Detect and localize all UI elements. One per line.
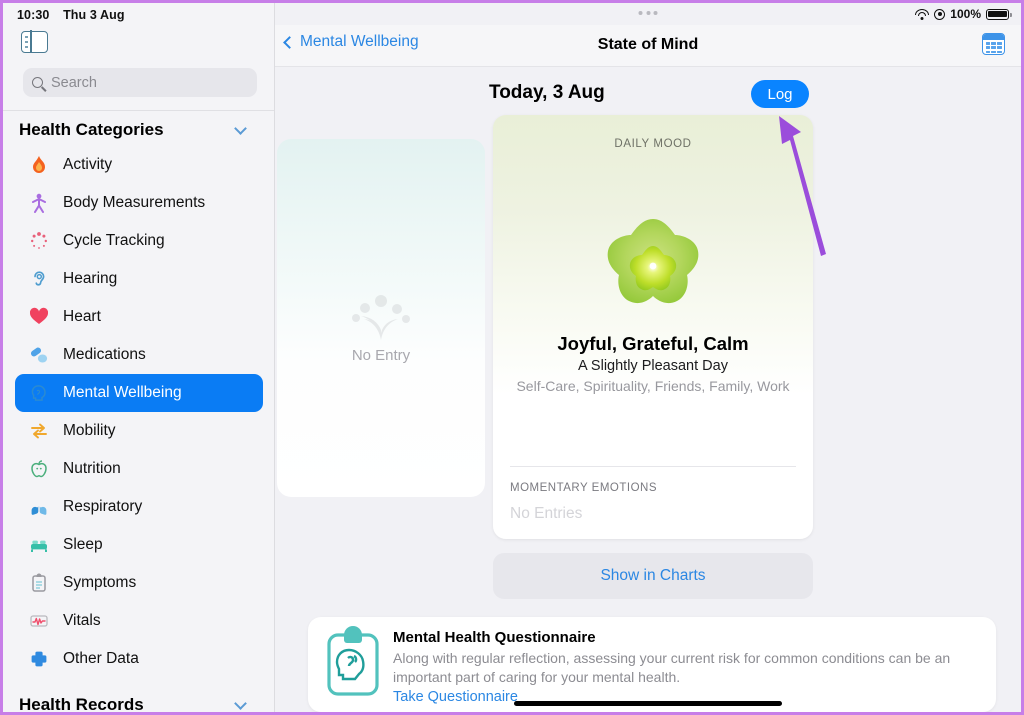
mood-flower-icon — [607, 219, 699, 304]
daily-mood-kicker: DAILY MOOD — [614, 138, 692, 150]
sidebar-item-vitals[interactable]: Vitals — [15, 602, 263, 640]
no-entry-card[interactable]: No Entry — [277, 139, 485, 497]
navigation-bar: Mental Wellbeing State of Mind — [275, 25, 1021, 67]
sidebar-item-hearing[interactable]: Hearing — [15, 260, 263, 298]
sidebar-section-health-categories[interactable]: Health Categories — [19, 120, 259, 140]
status-time: 10:30 — [17, 8, 50, 22]
apple-icon — [27, 457, 51, 481]
section-title: Health Records — [19, 695, 144, 712]
sidebar-item-mental-wellbeing[interactable]: Mental Wellbeing — [15, 374, 263, 412]
section-title: Health Categories — [19, 120, 164, 139]
sidebar-toggle-icon[interactable] — [21, 30, 48, 53]
sidebar-item-respiratory[interactable]: Respiratory — [15, 488, 263, 526]
momentary-emotions-kicker: MOMENTARY EMOTIONS — [510, 482, 658, 494]
mood-title: Joyful, Grateful, Calm — [557, 333, 749, 354]
cycle-icon — [27, 229, 51, 253]
momentary-emotions-value: No Entries — [510, 505, 583, 522]
status-bar-right: 100% — [915, 7, 1012, 21]
sidebar-item-label: Hearing — [63, 270, 118, 287]
sidebar-item-mobility[interactable]: Mobility — [15, 412, 263, 450]
sidebar-item-medications[interactable]: Medications — [15, 336, 263, 374]
sidebar-item-label: Heart — [63, 308, 101, 325]
pills-icon — [27, 343, 51, 367]
ear-icon — [27, 267, 51, 291]
sidebar-item-other-data[interactable]: Other Data — [15, 640, 263, 678]
show-in-charts-button[interactable]: Show in Charts — [493, 553, 813, 599]
sidebar-item-label: Mental Wellbeing — [63, 384, 182, 401]
sidebar: 10:30 Thu 3 Aug Search Health Categories… — [3, 3, 275, 712]
bed-icon — [27, 533, 51, 557]
day-header-title: Today, 3 Aug — [489, 82, 605, 103]
location-icon — [934, 8, 946, 20]
chevron-down-icon[interactable] — [234, 121, 247, 135]
card-divider — [510, 466, 796, 467]
arrows-icon — [27, 419, 51, 443]
sidebar-item-label: Nutrition — [63, 460, 121, 477]
sidebar-item-label: Sleep — [63, 536, 103, 553]
sidebar-item-label: Activity — [63, 156, 113, 173]
calendar-icon[interactable] — [982, 33, 1005, 55]
questionnaire-title: Mental Health Questionnaire — [393, 629, 596, 646]
body-icon — [27, 191, 51, 215]
sidebar-item-label: Cycle Tracking — [63, 232, 165, 249]
heart-icon — [27, 305, 51, 329]
mental-health-questionnaire-card[interactable]: Mental Health Questionnaire Along with r… — [308, 617, 996, 712]
sidebar-item-symptoms[interactable]: Symptoms — [15, 564, 263, 602]
clipboard-head-icon — [327, 626, 379, 696]
log-button[interactable]: Log — [751, 80, 809, 108]
sidebar-item-label: Mobility — [63, 422, 116, 439]
sidebar-item-list: Activity Body Measurements Cycle Tracking H… — [3, 146, 274, 678]
waveform-icon — [27, 609, 51, 633]
home-indicator[interactable] — [514, 701, 782, 706]
ipad-health-app-window: 10:30 Thu 3 Aug Search Health Categories… — [0, 0, 1024, 715]
wifi-icon — [915, 8, 930, 20]
sidebar-item-nutrition[interactable]: Nutrition — [15, 450, 263, 488]
sidebar-item-label: Medications — [63, 346, 146, 363]
flame-icon — [27, 153, 51, 177]
mood-flower-outline-icon — [352, 295, 410, 340]
sidebar-item-activity[interactable]: Activity — [15, 146, 263, 184]
sidebar-item-label: Respiratory — [63, 498, 143, 515]
sidebar-item-body-measurements[interactable]: Body Measurements — [15, 184, 263, 222]
no-entry-label: No Entry — [351, 347, 411, 364]
cross-icon — [27, 647, 51, 671]
sidebar-item-label: Body Measurements — [63, 194, 206, 211]
mood-subtitle: A Slightly Pleasant Day — [578, 358, 728, 374]
sidebar-item-cycle-tracking[interactable]: Cycle Tracking — [15, 222, 263, 260]
search-placeholder: Search — [51, 74, 97, 91]
lungs-icon — [27, 495, 51, 519]
clipboard-icon — [27, 571, 51, 595]
sidebar-item-label: Other Data — [63, 650, 139, 667]
status-date: Thu 3 Aug — [63, 8, 125, 22]
sidebar-section-health-records[interactable]: Health Records — [19, 695, 259, 712]
status-bar-left: 10:30 Thu 3 Aug — [17, 8, 125, 22]
questionnaire-body: Along with regular reflection, assessing… — [393, 650, 951, 685]
search-input[interactable]: Search — [23, 68, 257, 97]
brain-head-icon — [27, 381, 51, 405]
mood-associations: Self-Care, Spirituality, Friends, Family… — [516, 378, 790, 394]
sidebar-item-label: Symptoms — [63, 574, 137, 591]
sidebar-divider — [3, 110, 274, 111]
battery-icon — [986, 8, 1012, 20]
page-title: State of Mind — [597, 36, 699, 53]
sidebar-item-sleep[interactable]: Sleep — [15, 526, 263, 564]
sidebar-item-label: Vitals — [63, 612, 101, 629]
main-content: 100% Mental Wellbeing State of Mind Toda… — [275, 3, 1021, 712]
daily-mood-card[interactable]: DAILY MOOD Joyful, Grateful, Calm A Slig… — [493, 115, 813, 539]
mood-flower-container — [493, 213, 813, 317]
chevron-down-icon[interactable] — [234, 696, 247, 710]
search-icon — [32, 77, 43, 88]
take-questionnaire-link[interactable]: Take Questionnaire — [393, 689, 518, 705]
multitask-handle[interactable] — [638, 11, 658, 15]
battery-percent: 100% — [950, 7, 981, 21]
sidebar-item-heart[interactable]: Heart — [15, 298, 263, 336]
